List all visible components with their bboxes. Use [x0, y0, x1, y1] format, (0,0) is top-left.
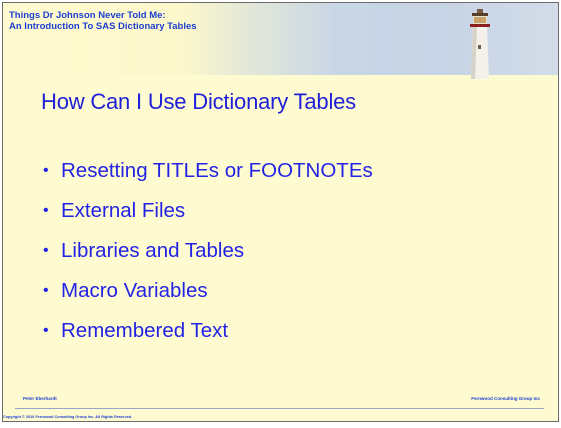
bullet-item: • Resetting TITLEs or FOOTNOTEs	[43, 151, 373, 191]
bullet-dot-icon: •	[43, 242, 49, 259]
bullet-text: External Files	[61, 199, 186, 222]
presentation-title: Things Dr Johnson Never Told Me: An Intr…	[9, 10, 197, 32]
bullet-dot-icon: •	[43, 282, 49, 299]
bullet-item: • External Files	[43, 191, 373, 231]
footer-author: Peter Eberhardt	[23, 396, 57, 401]
footer-company: Fernwood Consulting Group Inc	[471, 396, 540, 401]
footer-divider	[15, 408, 544, 409]
bullet-text: Libraries and Tables	[61, 239, 245, 262]
slide: Things Dr Johnson Never Told Me: An Intr…	[2, 2, 559, 422]
presentation-title-line1: Things Dr Johnson Never Told Me:	[9, 10, 166, 21]
presentation-title-line2: An Introduction To SAS Dictionary Tables	[9, 21, 197, 32]
bullet-item: • Libraries and Tables	[43, 231, 373, 271]
bullet-item: • Macro Variables	[43, 271, 373, 311]
bullet-text: Resetting TITLEs or FOOTNOTEs	[61, 159, 373, 182]
bullet-text: Macro Variables	[61, 279, 208, 302]
slide-heading: How Can I Use Dictionary Tables	[41, 89, 356, 114]
lighthouse-image	[470, 9, 490, 79]
bullet-dot-icon: •	[43, 322, 49, 339]
bullet-item: • Remembered Text	[43, 311, 373, 351]
bullet-dot-icon: •	[43, 162, 49, 179]
bullet-list: • Resetting TITLEs or FOOTNOTEs • Extern…	[43, 151, 373, 351]
bullet-dot-icon: •	[43, 202, 49, 219]
bullet-text: Remembered Text	[61, 319, 229, 342]
copyright-notice: Copyright © 2010 Fernwood Consulting Gro…	[3, 415, 133, 419]
